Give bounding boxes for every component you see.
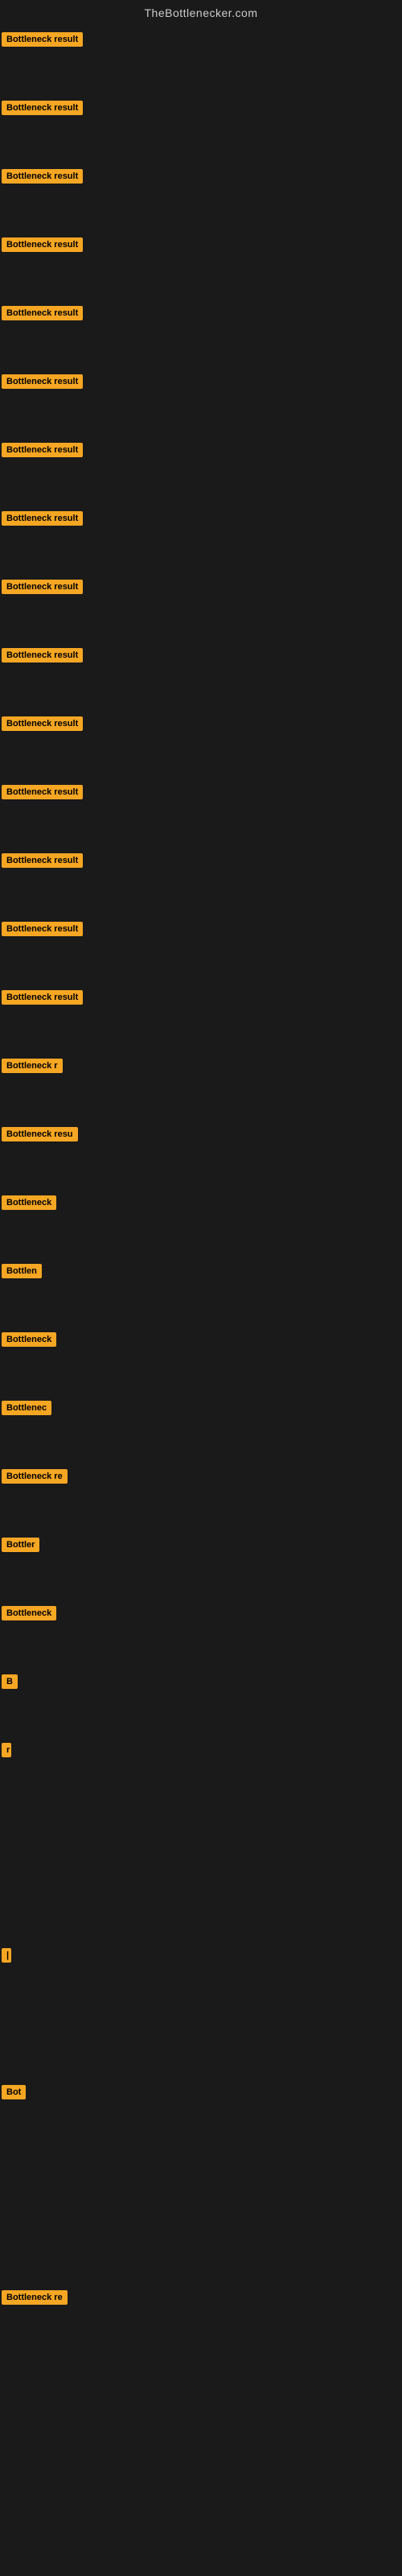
bottleneck-badge-5[interactable]: Bottleneck result bbox=[2, 306, 83, 320]
result-row-17: Bottleneck resu bbox=[0, 1121, 402, 1189]
result-row-8: Bottleneck result bbox=[0, 505, 402, 573]
bottleneck-badge-6[interactable]: Bottleneck result bbox=[2, 374, 83, 389]
result-row-22: Bottleneck re bbox=[0, 1463, 402, 1531]
result-row-30 bbox=[0, 2010, 402, 2079]
result-row-14: Bottleneck result bbox=[0, 915, 402, 984]
result-row-3: Bottleneck result bbox=[0, 163, 402, 231]
bottleneck-badge-22[interactable]: Bottleneck re bbox=[2, 1469, 68, 1484]
result-row-2: Bottleneck result bbox=[0, 94, 402, 163]
bottleneck-badge-2[interactable]: Bottleneck result bbox=[2, 101, 83, 115]
bottleneck-badge-18[interactable]: Bottleneck bbox=[2, 1195, 56, 1210]
result-row-6: Bottleneck result bbox=[0, 368, 402, 436]
bottleneck-badge-17[interactable]: Bottleneck resu bbox=[2, 1127, 78, 1141]
result-row-15: Bottleneck result bbox=[0, 984, 402, 1052]
result-row-5: Bottleneck result bbox=[0, 299, 402, 368]
bottleneck-badge-26[interactable]: r bbox=[2, 1743, 11, 1757]
bottleneck-badge-16[interactable]: Bottleneck r bbox=[2, 1059, 63, 1073]
bottleneck-badge-34[interactable]: Bottleneck re bbox=[2, 2290, 68, 2305]
result-row-13: Bottleneck result bbox=[0, 847, 402, 915]
result-row-27 bbox=[0, 1805, 402, 1873]
result-row-32 bbox=[0, 2147, 402, 2215]
bottleneck-badge-3[interactable]: Bottleneck result bbox=[2, 169, 83, 184]
result-row-36 bbox=[0, 2421, 402, 2489]
bottleneck-badge-8[interactable]: Bottleneck result bbox=[2, 511, 83, 526]
result-row-31: Bot bbox=[0, 2079, 402, 2147]
result-row-35 bbox=[0, 2352, 402, 2421]
result-row-33 bbox=[0, 2215, 402, 2284]
bottleneck-badge-14[interactable]: Bottleneck result bbox=[2, 922, 83, 936]
bottleneck-badge-11[interactable]: Bottleneck result bbox=[2, 716, 83, 731]
result-row-26: r bbox=[0, 1736, 402, 1805]
bottleneck-badge-4[interactable]: Bottleneck result bbox=[2, 237, 83, 252]
result-row-18: Bottleneck bbox=[0, 1189, 402, 1257]
result-row-24: Bottleneck bbox=[0, 1600, 402, 1668]
result-row-34: Bottleneck re bbox=[0, 2284, 402, 2352]
result-row-4: Bottleneck result bbox=[0, 231, 402, 299]
bottleneck-badge-10[interactable]: Bottleneck result bbox=[2, 648, 83, 663]
result-row-16: Bottleneck r bbox=[0, 1052, 402, 1121]
result-row-21: Bottlenec bbox=[0, 1394, 402, 1463]
bottleneck-badge-7[interactable]: Bottleneck result bbox=[2, 443, 83, 457]
result-row-7: Bottleneck result bbox=[0, 436, 402, 505]
bottleneck-badge-9[interactable]: Bottleneck result bbox=[2, 580, 83, 594]
result-row-28 bbox=[0, 1873, 402, 1942]
result-row-12: Bottleneck result bbox=[0, 778, 402, 847]
result-row-11: Bottleneck result bbox=[0, 710, 402, 778]
bottleneck-badge-15[interactable]: Bottleneck result bbox=[2, 990, 83, 1005]
bottleneck-badge-25[interactable]: B bbox=[2, 1674, 18, 1689]
result-row-20: Bottleneck bbox=[0, 1326, 402, 1394]
rows-container: Bottleneck result Bottleneck result Bottle… bbox=[0, 26, 402, 2489]
result-row-23: Bottler bbox=[0, 1531, 402, 1600]
result-row-9: Bottleneck result bbox=[0, 573, 402, 642]
bottleneck-badge-13[interactable]: Bottleneck result bbox=[2, 853, 83, 868]
bottleneck-badge-23[interactable]: Bottler bbox=[2, 1538, 39, 1552]
result-row-25: B bbox=[0, 1668, 402, 1736]
bottleneck-badge-29[interactable]: | bbox=[2, 1948, 11, 1963]
bottleneck-badge-1[interactable]: Bottleneck result bbox=[2, 32, 83, 47]
bottleneck-badge-12[interactable]: Bottleneck result bbox=[2, 785, 83, 799]
bottleneck-badge-21[interactable]: Bottlenec bbox=[2, 1401, 51, 1415]
bottleneck-badge-20[interactable]: Bottleneck bbox=[2, 1332, 56, 1347]
result-row-29: | bbox=[0, 1942, 402, 2010]
bottleneck-badge-31[interactable]: Bot bbox=[2, 2085, 26, 2099]
result-row-19: Bottlen bbox=[0, 1257, 402, 1326]
site-title-container: TheBottlenecker.com bbox=[0, 0, 402, 26]
site-title: TheBottlenecker.com bbox=[144, 0, 257, 27]
result-row-10: Bottleneck result bbox=[0, 642, 402, 710]
bottleneck-badge-19[interactable]: Bottlen bbox=[2, 1264, 42, 1278]
result-row-1: Bottleneck result bbox=[0, 26, 402, 94]
bottleneck-badge-24[interactable]: Bottleneck bbox=[2, 1606, 56, 1620]
